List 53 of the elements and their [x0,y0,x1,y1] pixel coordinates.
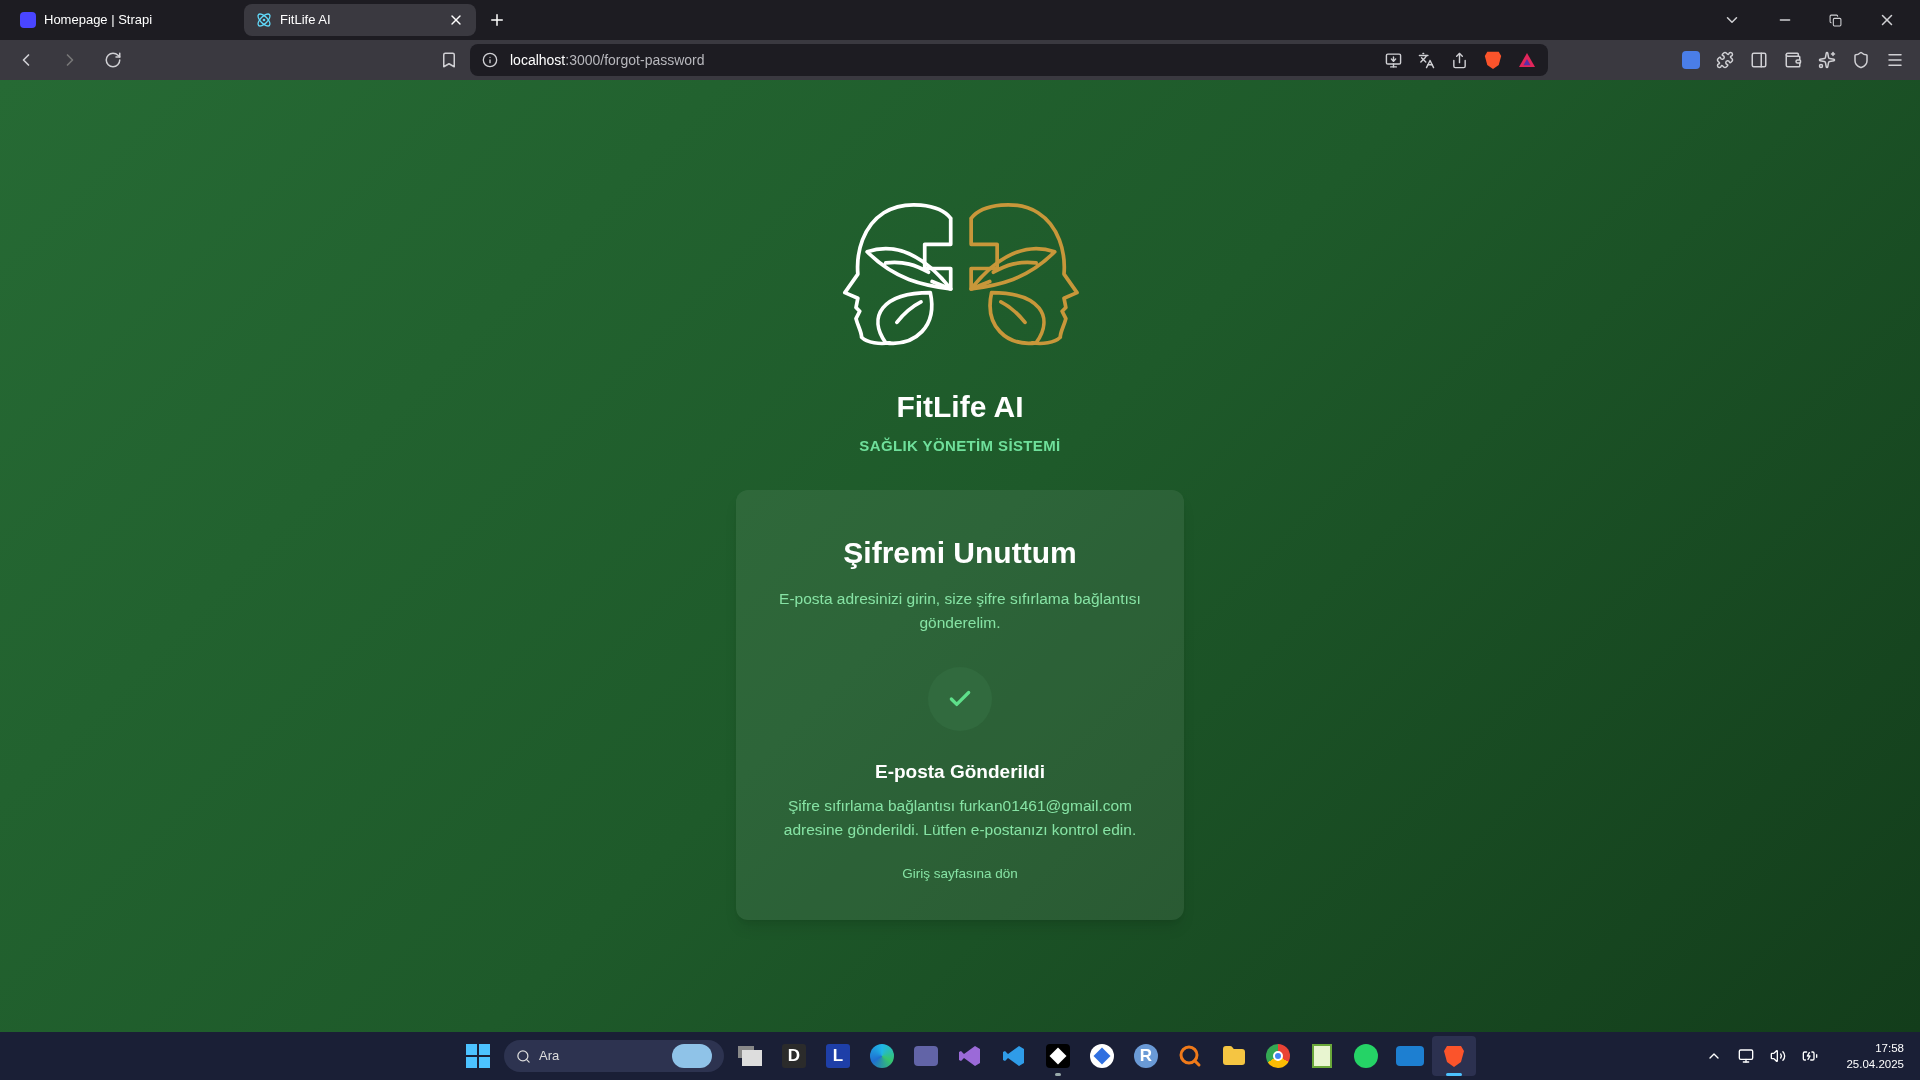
stacked-windows-icon [738,1046,762,1066]
taskbar-search-field[interactable]: Ara [504,1040,724,1072]
atom-icon [256,12,272,28]
clock[interactable]: 17:58 25.04.2025 [1846,1040,1904,1072]
back-to-login-link[interactable]: Giriş sayfasına dön [902,864,1018,885]
sparkle-icon[interactable] [1818,51,1836,69]
running-indicator [1446,1073,1462,1076]
url-text: localhost:3000/forgot-password [510,50,706,70]
folder-icon [1222,1044,1246,1068]
menu-icon[interactable] [1886,51,1904,69]
clock-date: 25.04.2025 [1846,1057,1904,1072]
letter-app-icon: D [782,1044,806,1068]
brand-tagline: SAĞLIK YÖNETİM SİSTEMİ [859,436,1061,456]
search-placeholder: Ara [539,1047,561,1066]
square-logo-icon [20,12,36,28]
info-icon [482,52,498,68]
notepad-icon [1312,1044,1332,1068]
wallet-icon[interactable] [1784,51,1802,69]
bookmark-icon[interactable] [440,51,458,69]
card-description: E-posta adresinizi girin, size şifre sıfırlama bağlantısı gönderelim. [778,588,1142,633]
reload-icon[interactable] [104,51,122,69]
network-icon[interactable] [1738,1048,1755,1064]
running-indicator [1055,1073,1061,1076]
magnifier-app-icon [1178,1044,1202,1068]
success-message: Şifre sıfırlama bağlantısı furkan01461@gmail.com adresine gönderildi. Lütfen e-postanızı kontrol edin. [782,796,1138,840]
browser-tab[interactable]: FitLife AI [244,4,476,36]
browser-tab[interactable]: Homepage | Strapi [8,4,240,36]
puzzle-icon[interactable] [1716,51,1734,69]
search-icon [516,1048,531,1064]
shield-icon[interactable] [1852,51,1870,69]
install-app-icon[interactable] [1385,51,1402,69]
tab-title: Homepage | Strapi [44,11,154,30]
letter-app-icon: R [1134,1044,1158,1068]
sidebar-icon[interactable] [1750,51,1768,69]
share-icon[interactable] [1451,51,1468,69]
letter-app-icon: L [826,1044,850,1068]
windows-logo-icon [466,1044,490,1068]
card-title: Şifremi Unuttum [843,534,1077,571]
taskbar-app[interactable]: D [772,1036,816,1076]
taskbar-app[interactable] [1432,1036,1476,1076]
brand-name: FitLife AI [896,389,1024,425]
success-title: E-posta Gönderildi [875,759,1045,784]
restore-icon[interactable] [1829,13,1842,27]
address-bar[interactable]: localhost:3000/forgot-password [470,44,1548,76]
browser-icon [1266,1044,1290,1068]
translate-icon[interactable] [1418,51,1435,69]
taskbar-app[interactable]: L [816,1036,860,1076]
triangle-icon[interactable] [1518,52,1536,68]
tab-title: FitLife AI [280,11,332,30]
volume-icon[interactable] [1770,1048,1787,1064]
clock-time: 17:58 [1875,1041,1904,1056]
battery-icon[interactable] [1802,1048,1819,1064]
new-tab-icon[interactable] [488,11,506,29]
